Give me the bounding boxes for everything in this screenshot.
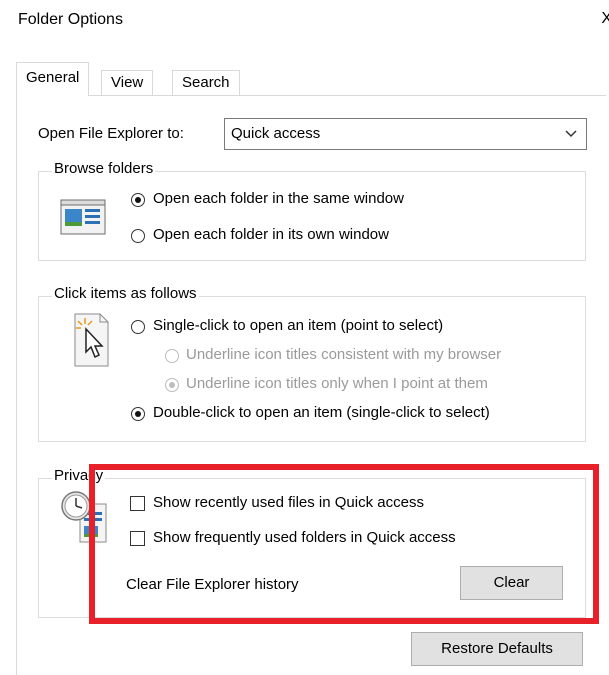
tab-strip-divider: [16, 95, 606, 96]
pointer-cursor-icon: [74, 313, 109, 367]
chevron-down-icon: [565, 130, 577, 138]
browse-folders-icon: [60, 199, 106, 235]
radio-double-click[interactable]: [131, 407, 145, 421]
tab-view[interactable]: View: [101, 70, 154, 95]
same-window-label: Open each folder in the same window: [153, 190, 404, 207]
browse-folders-group: [38, 171, 586, 261]
close-button[interactable]: X: [601, 10, 609, 28]
radio-own-window[interactable]: [131, 229, 145, 243]
double-click-label: Double-click to open an item (single-cli…: [153, 404, 490, 421]
open-explorer-label: Open File Explorer to:: [38, 125, 184, 142]
radio-same-window[interactable]: [131, 193, 145, 207]
radio-underline-point[interactable]: [165, 378, 179, 392]
window-title: Folder Options: [18, 11, 123, 28]
own-window-label: Open each folder in its own window: [153, 226, 389, 243]
underline-browser-label: Underline icon titles consistent with my…: [186, 346, 502, 363]
restore-defaults-button[interactable]: Restore Defaults: [411, 632, 583, 666]
open-explorer-value: Quick access: [231, 125, 321, 142]
radio-single-click[interactable]: [131, 320, 145, 334]
single-click-label: Single-click to open an item (point to s…: [153, 317, 444, 334]
panel-border: [16, 95, 17, 675]
underline-point-label: Underline icon titles only when I point …: [186, 375, 488, 392]
tab-search[interactable]: Search: [172, 70, 240, 95]
browse-folders-legend: Browse folders: [52, 160, 156, 177]
radio-underline-browser[interactable]: [165, 349, 179, 363]
open-explorer-dropdown[interactable]: Quick access: [224, 118, 587, 150]
highlight-box: [89, 464, 599, 624]
tab-general[interactable]: General: [16, 62, 90, 96]
click-items-legend: Click items as follows: [52, 285, 199, 302]
